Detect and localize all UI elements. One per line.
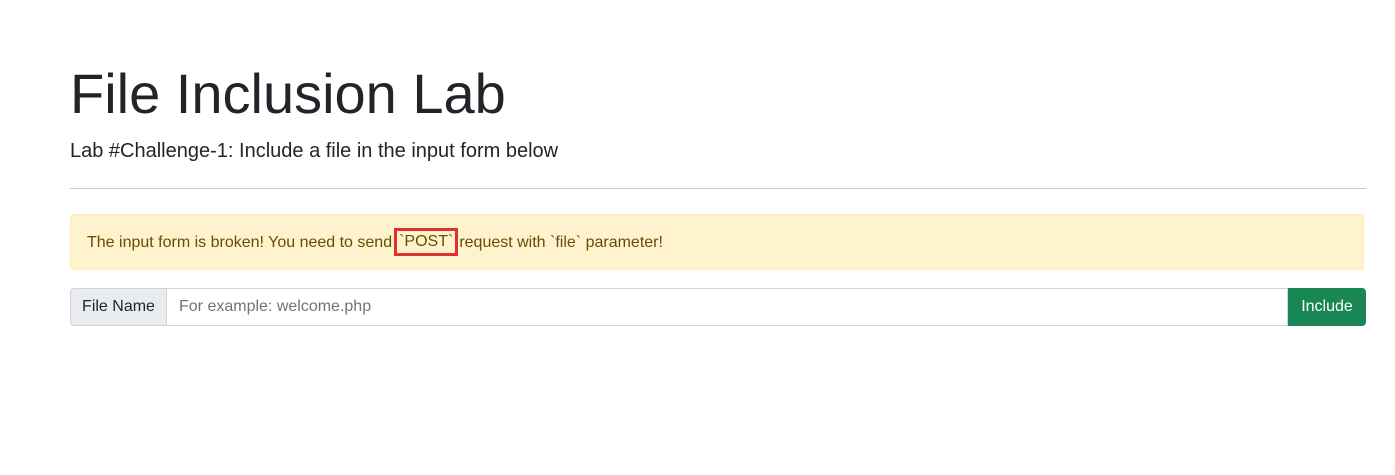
include-form: File Name Include: [70, 288, 1366, 326]
alert-text-before: The input form is broken! You need to se…: [87, 234, 393, 251]
file-name-input[interactable]: [167, 288, 1288, 326]
divider: [70, 188, 1366, 189]
page-title: File Inclusion Lab: [70, 62, 506, 125]
warning-alert: The input form is broken! You need to se…: [70, 214, 1364, 270]
alert-highlight-post: `POST`: [394, 228, 459, 256]
page-subtitle: Lab #Challenge-1: Include a file in the …: [70, 140, 559, 162]
file-name-label: File Name: [70, 288, 167, 326]
include-button[interactable]: Include: [1288, 288, 1366, 326]
alert-text-after: request with `file` parameter!: [459, 234, 663, 251]
